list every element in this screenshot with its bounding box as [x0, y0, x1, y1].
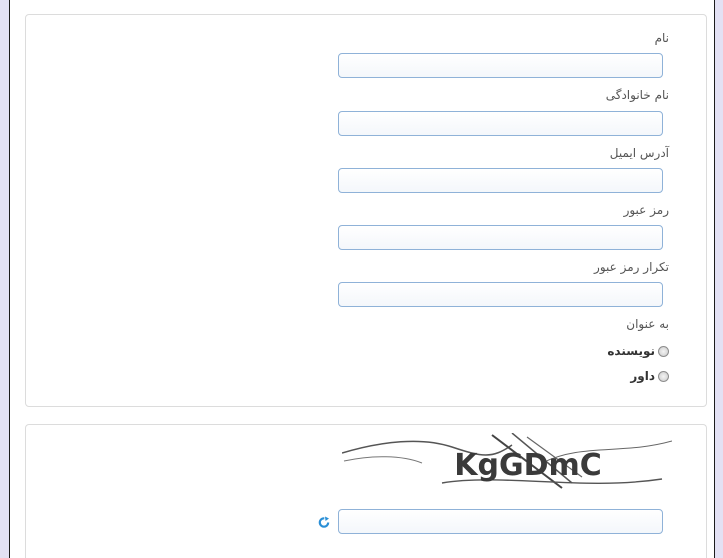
- captcha-image: KgGDmC: [342, 433, 672, 489]
- email-field[interactable]: [338, 168, 663, 193]
- registration-form-panel: نام نام خانوادگی آدرس ایمیل رمز عبور تکر…: [25, 14, 707, 407]
- reviewer-radio[interactable]: [658, 370, 669, 382]
- role-option-author[interactable]: نویسنده: [607, 344, 669, 358]
- refresh-icon[interactable]: [318, 516, 330, 528]
- email-label: آدرس ایمیل: [609, 146, 669, 160]
- role-label: به عنوان: [626, 317, 669, 331]
- first-name-field[interactable]: [338, 53, 663, 78]
- password-repeat-field[interactable]: [338, 282, 663, 307]
- password-field[interactable]: [338, 225, 663, 250]
- last-name-label: نام خانوادگی: [605, 88, 669, 102]
- role-option-reviewer[interactable]: داور: [630, 369, 669, 383]
- captcha-text: KgGDmC: [454, 448, 602, 483]
- page-frame: نام نام خانوادگی آدرس ایمیل رمز عبور تکر…: [9, 0, 715, 558]
- first-name-label: نام: [654, 31, 669, 45]
- author-radio[interactable]: [658, 345, 669, 357]
- reviewer-radio-label: داور: [630, 369, 655, 383]
- password-label: رمز عبور: [623, 203, 669, 217]
- captcha-input[interactable]: [338, 509, 663, 534]
- author-radio-label: نویسنده: [607, 344, 655, 358]
- last-name-field[interactable]: [338, 111, 663, 136]
- password-repeat-label: تکرار رمز عبور: [594, 260, 669, 274]
- captcha-panel: KgGDmC: [25, 424, 707, 558]
